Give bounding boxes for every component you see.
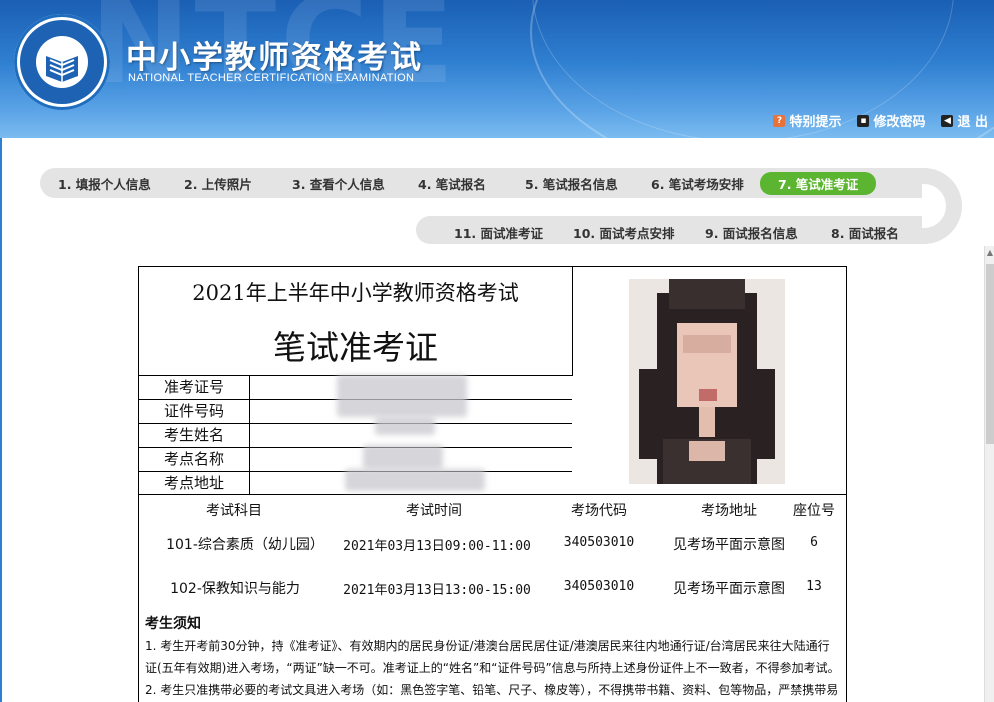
scroll-up-icon[interactable]: ▲	[985, 246, 994, 260]
row2-subject: 102-保教知识与能力	[170, 581, 300, 597]
notice-title: 考生须知	[145, 616, 201, 632]
row1-subject: 101-综合素质（幼儿园）	[166, 537, 324, 553]
redacted-value	[345, 469, 485, 491]
step-upload-photo[interactable]: 2. 上传照片	[184, 174, 252, 193]
row2-room-address: 见考场平面示意图	[673, 581, 785, 597]
step-interview-registration[interactable]: 8. 面试报名	[831, 223, 899, 242]
page-scrollbar[interactable]: ▲	[984, 246, 994, 702]
help-icon: ?	[773, 114, 786, 127]
col-header-seat: 座位号	[793, 503, 835, 519]
row2-time: 2021年03月13日13:00-15:00	[343, 583, 531, 598]
step-written-exam-arrangement[interactable]: 6. 笔试考场安排	[651, 174, 744, 193]
special-notice-link[interactable]: ? 特别提示	[773, 111, 841, 130]
step-written-registration-info[interactable]: 5. 笔试报名信息	[525, 174, 618, 193]
logout-link[interactable]: ◀ 退 出	[941, 111, 988, 130]
row2-seat: 13	[806, 579, 822, 594]
step-written-registration[interactable]: 4. 笔试报名	[418, 174, 486, 193]
site-subtitle: NATIONAL TEACHER CERTIFICATION EXAMINATI…	[128, 72, 415, 84]
notice-item-1: 1. 考生开考前30分钟，持《准考证》、有效期内的居民身份证/港澳台居民居住证/…	[145, 639, 840, 675]
field-row-name: 考生姓名	[139, 423, 572, 448]
row1-seat: 6	[810, 535, 818, 550]
field-label-name: 考生姓名	[139, 423, 250, 447]
notice-text: 1. 考生开考前30分钟，持《准考证》、有效期内的居民身份证/港澳台居民居住证/…	[145, 635, 841, 701]
logout-icon: ◀	[941, 114, 954, 127]
col-header-room-address: 考场地址	[701, 503, 757, 519]
field-label-ticket-no: 准考证号	[139, 375, 250, 399]
step-interview-admission-ticket[interactable]: 11. 面试准考证	[454, 223, 543, 242]
header-links: ? 特别提示 ▪ 修改密码 ◀ 退 出	[773, 111, 988, 130]
redacted-value	[363, 445, 443, 469]
ntce-logo	[14, 14, 110, 110]
site-title: 中小学教师资格考试	[126, 40, 423, 76]
field-label-site-address: 考点地址	[139, 471, 250, 495]
col-header-time: 考试时间	[406, 503, 462, 519]
redacted-value	[375, 417, 435, 435]
row1-time: 2021年03月13日09:00-11:00	[343, 539, 531, 554]
col-header-room-code: 考场代码	[571, 503, 627, 519]
change-password-label: 修改密码	[873, 115, 926, 130]
left-border	[0, 138, 2, 702]
ticket-doc-title: 笔试准考证	[273, 328, 438, 367]
notice-item-2: 2. 考生只准携带必要的考试文具进入考场（如：黑色签字笔、铅笔、尺子、橡皮等），…	[145, 683, 839, 697]
row1-room-code: 340503010	[563, 535, 635, 550]
key-icon: ▪	[857, 114, 870, 127]
logout-label: 退 出	[957, 115, 988, 130]
change-password-link[interactable]: ▪ 修改密码	[857, 111, 925, 130]
col-header-subject: 考试科目	[206, 503, 262, 519]
candidate-photo	[629, 279, 785, 484]
row2-room-code: 340503010	[563, 579, 635, 594]
scrollbar-thumb[interactable]	[986, 264, 994, 444]
step-view-personal-info[interactable]: 3. 查看个人信息	[292, 174, 385, 193]
field-label-id-no: 证件号码	[139, 399, 250, 423]
site-header: NTCE 中小学教师资格考试 NATIONAL TEACHER CERTIFIC…	[0, 0, 994, 138]
row1-room-address: 见考场平面示意图	[673, 537, 785, 553]
ticket-exam-title: 2021年上半年中小学教师资格考试	[192, 281, 519, 305]
field-label-site-name: 考点名称	[139, 447, 250, 471]
ticket-title-cell: 2021年上半年中小学教师资格考试 笔试准考证	[139, 267, 573, 376]
admission-ticket: 2021年上半年中小学教师资格考试 笔试准考证 准考证号 证件号码 考生姓名 考…	[138, 266, 847, 702]
special-notice-label: 特别提示	[789, 115, 842, 130]
step-written-admission-ticket[interactable]: 7. 笔试准考证	[760, 172, 877, 195]
step-interview-arrangement[interactable]: 10. 面试考点安排	[573, 223, 675, 242]
step-fill-personal-info[interactable]: 1. 填报个人信息	[58, 174, 151, 193]
photo-cell	[572, 267, 846, 495]
redacted-value	[337, 375, 467, 417]
step-interview-registration-info[interactable]: 9. 面试报名信息	[705, 223, 798, 242]
